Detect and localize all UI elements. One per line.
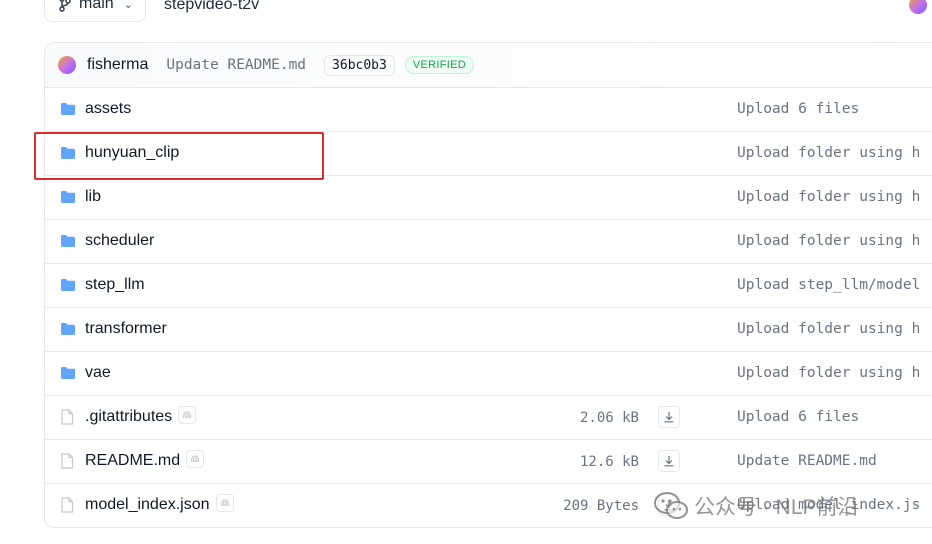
folder-row[interactable]: hunyuan_clip Upload folder using h bbox=[45, 132, 932, 176]
folder-icon bbox=[61, 367, 75, 379]
folder-icon bbox=[61, 279, 75, 291]
file-table: fisherma Update README.md 36bc0b3 VERIFI… bbox=[44, 42, 932, 528]
file-name[interactable]: vae bbox=[85, 364, 111, 382]
chevron-down-icon: ⌄ bbox=[123, 0, 133, 11]
commit-message[interactable]: Upload 6 files bbox=[737, 101, 859, 117]
folder-row[interactable]: transformer Upload folder using h bbox=[45, 308, 932, 352]
commit-sha[interactable]: 36bc0b3 bbox=[324, 54, 395, 76]
file-size: 209 Bytes bbox=[563, 498, 639, 514]
file-row[interactable]: .gitattributes 2.06 kB Upload 6 files bbox=[45, 396, 932, 440]
file-size: 12.6 kB bbox=[579, 454, 639, 470]
download-button[interactable] bbox=[658, 494, 680, 516]
user-avatar[interactable] bbox=[909, 0, 927, 14]
commit-message[interactable]: Update README.md bbox=[737, 453, 877, 469]
folder-icon bbox=[61, 103, 75, 115]
download-icon bbox=[664, 412, 674, 423]
folder-row[interactable]: step_llm Upload step_llm/model bbox=[45, 264, 932, 308]
branch-icon bbox=[59, 0, 71, 12]
download-icon bbox=[664, 500, 674, 511]
commit-message[interactable]: Upload folder using h bbox=[737, 321, 920, 337]
file-name[interactable]: hunyuan_clip bbox=[85, 144, 179, 162]
folder-row[interactable]: assets Upload 6 files bbox=[45, 88, 932, 132]
commit-message[interactable]: Upload folder using h bbox=[737, 189, 920, 205]
folder-icon bbox=[61, 235, 75, 247]
lfs-icon[interactable] bbox=[215, 494, 234, 512]
file-name[interactable]: .gitattributes bbox=[85, 406, 197, 426]
file-size: 2.06 kB bbox=[579, 410, 639, 426]
file-name[interactable]: scheduler bbox=[85, 232, 154, 250]
download-button[interactable] bbox=[658, 406, 680, 428]
commit-message[interactable]: Upload model_index.js bbox=[737, 497, 920, 513]
folder-icon bbox=[61, 191, 75, 203]
commit-message[interactable]: Upload folder using h bbox=[737, 145, 920, 161]
folder-row[interactable]: lib Upload folder using h bbox=[45, 176, 932, 220]
file-name[interactable]: README.md bbox=[85, 450, 205, 470]
last-commit-row: fisherma Update README.md 36bc0b3 VERIFI… bbox=[45, 43, 932, 88]
commit-author[interactable]: fisherma bbox=[87, 56, 148, 74]
file-name[interactable]: transformer bbox=[85, 320, 167, 338]
folder-row[interactable]: vae Upload folder using h bbox=[45, 352, 932, 396]
folder-icon bbox=[61, 323, 75, 335]
file-name[interactable]: lib bbox=[85, 188, 101, 206]
file-icon bbox=[61, 453, 74, 469]
commit-message[interactable]: Upload step_llm/model bbox=[737, 277, 920, 293]
verified-badge: VERIFIED bbox=[404, 56, 474, 74]
author-avatar bbox=[58, 56, 76, 74]
folder-row[interactable]: scheduler Upload folder using h bbox=[45, 220, 932, 264]
commit-message[interactable]: Upload 6 files bbox=[737, 409, 859, 425]
download-icon bbox=[664, 456, 674, 467]
file-row[interactable]: README.md 12.6 kB Update README.md bbox=[45, 440, 932, 484]
download-button[interactable] bbox=[658, 450, 680, 472]
folder-icon bbox=[61, 147, 75, 159]
commit-message[interactable]: Upload folder using h bbox=[737, 365, 920, 381]
file-name[interactable]: step_llm bbox=[85, 276, 145, 294]
branch-selector[interactable]: main ⌄ bbox=[44, 0, 146, 22]
repo-path[interactable]: stepvideo-t2v bbox=[164, 0, 259, 14]
lfs-icon[interactable] bbox=[178, 406, 197, 424]
file-name[interactable]: assets bbox=[85, 100, 131, 118]
file-icon bbox=[61, 497, 74, 513]
commit-message[interactable]: Update README.md bbox=[166, 57, 306, 73]
commit-message[interactable]: Upload folder using h bbox=[737, 233, 920, 249]
file-icon bbox=[61, 409, 74, 425]
file-row[interactable]: model_index.json 209 Bytes Upload model_… bbox=[45, 484, 932, 527]
lfs-icon[interactable] bbox=[186, 450, 205, 468]
branch-label: main bbox=[79, 0, 114, 12]
file-name[interactable]: model_index.json bbox=[85, 494, 234, 514]
